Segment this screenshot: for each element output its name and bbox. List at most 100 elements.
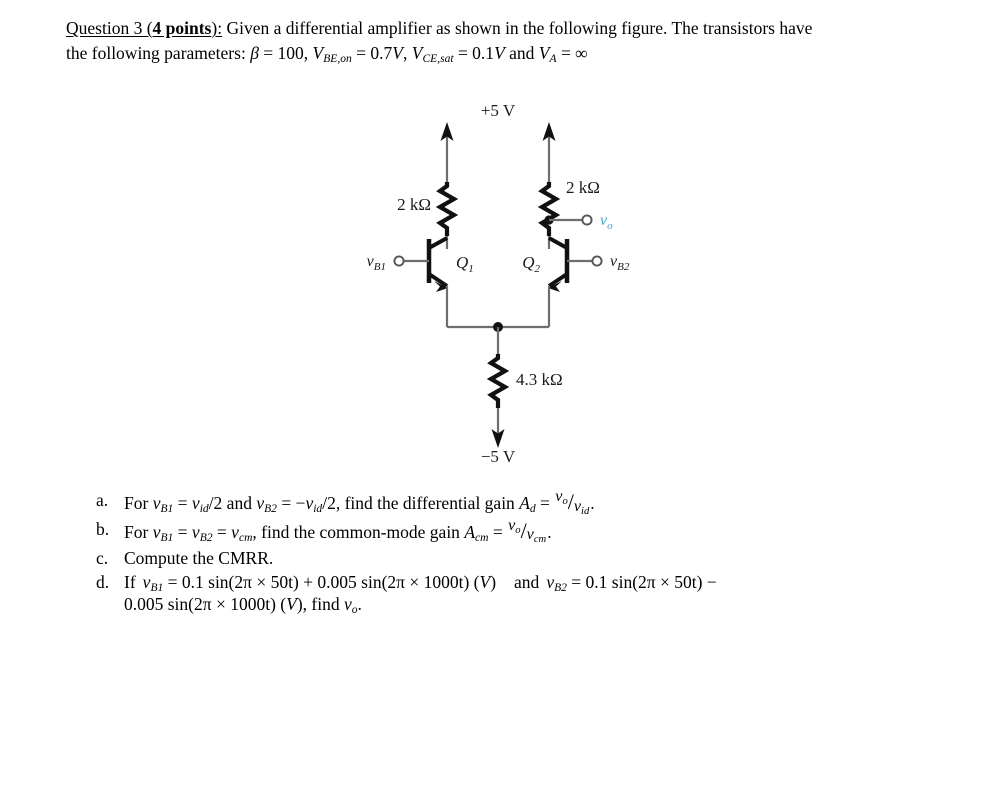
transistor-q1-label: Q1 (456, 253, 474, 275)
question-line-2: the following parameters: β = 100, VBE,o… (66, 41, 936, 66)
part-d-v2-base: v (546, 572, 555, 593)
part-d-t6: 0.005 sin(2π × 1000t) ( (124, 593, 287, 614)
param-separator-1: , (402, 42, 412, 63)
part-d-line-2: 0.005 sin(2π × 1000t) (V), find vo. (124, 592, 946, 616)
part-b-marker: b. (96, 518, 110, 539)
vbe-on-param: VBE,on = 0.7V (312, 42, 403, 65)
part-a-vb2: vB2 (256, 493, 277, 515)
part-a-fraction-denominator: vid (574, 498, 590, 517)
va-param: VA = ∞ (538, 42, 588, 65)
part-d-vb1: vB1 (136, 572, 164, 595)
differential-amplifier-circuit-diagram: +5 V 2 kΩ 2 kΩ 4.3 kΩ −5 V Q1 Q2 vB1 vB2… (330, 96, 670, 471)
question-title-prefix: Question 3 ( (66, 18, 153, 38)
vce-base: V (411, 42, 423, 63)
transistor-q2 (547, 236, 593, 327)
part-b-t2: = (173, 521, 192, 542)
question-part-a: a. For vB1 = vid/2 and vB2 = −vid/2, find… (96, 488, 946, 517)
va-base: V (538, 42, 550, 63)
part-a-v4-sub: id (313, 503, 323, 515)
param-separator-2: and (504, 42, 539, 63)
question-line-1: Question 3 (4 points): Given a different… (66, 16, 936, 41)
part-b-v2-base: v (191, 521, 200, 542)
part-a-v2-base: v (191, 493, 200, 513)
part-a-a-base: A (519, 493, 530, 513)
part-a-den-sub: id (581, 505, 590, 517)
va-value: = ∞ (556, 42, 588, 63)
question-line-1-text: Given a differential amplifier as shown … (222, 18, 813, 38)
positive-supply-rail-right (542, 122, 556, 182)
question-part-d: d. If vB1 = 0.1 sin(2π × 50t) + 0.005 sin(… (96, 572, 946, 616)
resistor-left-label: 2 kΩ (397, 195, 431, 214)
vbe-base: V (312, 42, 324, 63)
vb2-subscript: B2 (617, 261, 630, 273)
part-a-t2: = (173, 493, 192, 513)
q1-subscript: 1 (468, 263, 474, 275)
part-b-t4: , find the common-mode gain (252, 521, 465, 542)
part-d-v1-sub: B1 (150, 582, 164, 595)
part-b-fraction-numerator: vo (508, 517, 520, 535)
question-statement: Question 3 (4 points): Given a different… (66, 16, 936, 66)
question-points: 4 points (152, 18, 212, 38)
vb2-label: vB2 (610, 253, 630, 273)
part-b-gain-fraction: vo/vcm (508, 517, 547, 546)
question-parts-list: a. For vB1 = vid/2 and vB2 = −vid/2, find… (96, 488, 946, 620)
question-title: Question 3 (4 points): (66, 18, 222, 38)
part-b-vb1: vB1 (153, 522, 174, 544)
emitter-resistor-re (486, 354, 510, 408)
part-a-t4: = − (276, 493, 306, 513)
part-a-t7: . (590, 493, 595, 513)
q2-base: Q (522, 253, 534, 272)
part-b-t1: For (124, 521, 153, 542)
part-d-t7: ), find (296, 593, 344, 614)
question-part-b: b. For vB1 = vB2 = vcm, find the common-m… (96, 517, 946, 546)
part-b-a-sub: cm (475, 531, 489, 544)
part-b-den-base: v (526, 526, 534, 544)
part-d-vo-base: v (343, 593, 352, 614)
part-b-fraction-denominator: vcm (526, 526, 547, 546)
input-terminal-vb2 (591, 255, 603, 267)
vb1-label: vB1 (367, 253, 386, 273)
transistor-q2-label: Q2 (522, 253, 540, 275)
part-b-a-base: A (464, 521, 476, 542)
part-b-t6: . (547, 521, 552, 542)
part-a-vb1: vB1 (153, 493, 174, 515)
part-a-t3: /2 and (208, 493, 257, 513)
part-a-vid-2: vid (305, 493, 323, 515)
part-a-t6: = (535, 493, 555, 513)
part-d-t5: = 0.1 sin(2π × 50t) − (566, 572, 717, 593)
part-d-t8: . (357, 593, 362, 614)
negative-supply-rail (491, 408, 505, 448)
part-a-t1: For (124, 493, 153, 513)
vo-subscript: o (607, 220, 613, 232)
supply-top-label: +5 V (481, 101, 516, 120)
part-b-den-sub: cm (533, 534, 547, 546)
part-b-v3-base: v (231, 521, 239, 542)
positive-supply-rail-left (440, 122, 454, 182)
part-b-v3-sub: cm (238, 531, 253, 544)
part-a-marker: a. (96, 490, 109, 510)
transistor-q1 (403, 236, 449, 327)
part-b-t5: = (488, 521, 508, 542)
part-d-t2: = 0.1 sin(2π × 50t) + 0.005 sin(2π × 100… (163, 572, 480, 593)
beta-value: = 100, (258, 42, 313, 63)
part-b-vb2: vB2 (191, 521, 213, 544)
part-a-num-sub: o (562, 495, 568, 507)
part-a-v2-sub: id (199, 503, 209, 515)
part-d-unit-2: V (286, 593, 297, 614)
vbe-value: = 0.7 (351, 42, 393, 63)
collector-resistor-left (435, 182, 459, 236)
output-node-vo (544, 214, 593, 226)
part-b-acm: Acm (464, 521, 489, 544)
part-a-v1-sub: B1 (160, 503, 174, 515)
input-terminal-vb1 (393, 255, 405, 267)
supply-bottom-label: −5 V (481, 447, 516, 466)
vbe-unit: V (392, 42, 403, 63)
resistor-right-label: 2 kΩ (566, 178, 600, 197)
collector-resistor-right (537, 182, 561, 236)
part-a-v3-base: v (256, 493, 265, 513)
vo-label: vo (600, 212, 613, 232)
vce-value: = 0.1 (453, 42, 495, 63)
part-a-vid-1: vid (191, 493, 209, 515)
vbe-subscript: BE,on (323, 52, 352, 65)
part-d-marker: d. (96, 572, 110, 593)
